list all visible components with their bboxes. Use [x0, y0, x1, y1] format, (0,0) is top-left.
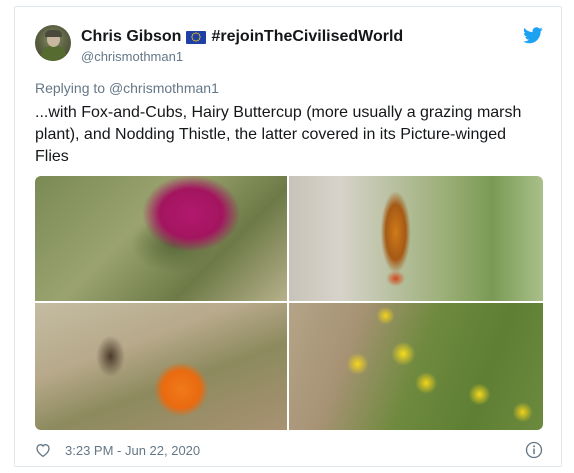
tweet-timestamp[interactable]: 3:23 PM - Jun 22, 2020: [65, 443, 200, 458]
photo-fox-and-cubs[interactable]: [35, 303, 287, 430]
avatar[interactable]: [35, 25, 71, 61]
author-name-line[interactable]: Chris Gibson #rejoinTheCivilisedWorld: [81, 27, 403, 47]
photo-grid: [35, 176, 543, 430]
author-handle[interactable]: @chrismothman1: [81, 49, 183, 64]
twitter-bird-icon[interactable]: [523, 27, 543, 44]
replying-to-handle-link[interactable]: @chrismothman1: [109, 80, 219, 96]
display-name[interactable]: Chris Gibson: [81, 28, 181, 46]
heart-icon[interactable]: [35, 442, 51, 458]
tweet-footer: 3:23 PM - Jun 22, 2020: [35, 439, 543, 461]
eu-flag-icon: [186, 30, 207, 44]
info-icon[interactable]: [525, 441, 543, 459]
display-name-hashtag[interactable]: #rejoinTheCivilisedWorld: [211, 28, 403, 46]
photo-nodding-thistle[interactable]: [35, 176, 287, 301]
tweet-card: Chris Gibson #rejoinTheCivilisedWorld @c…: [14, 6, 562, 467]
replying-to-label: Replying to: [35, 80, 106, 96]
tweet-text: ...with Fox-and-Cubs, Hairy Buttercup (m…: [35, 104, 522, 165]
photo-hairy-buttercup[interactable]: [289, 303, 543, 430]
photo-picture-winged-fly[interactable]: [289, 176, 543, 301]
replying-to-line: Replying to @chrismothman1: [35, 80, 219, 96]
